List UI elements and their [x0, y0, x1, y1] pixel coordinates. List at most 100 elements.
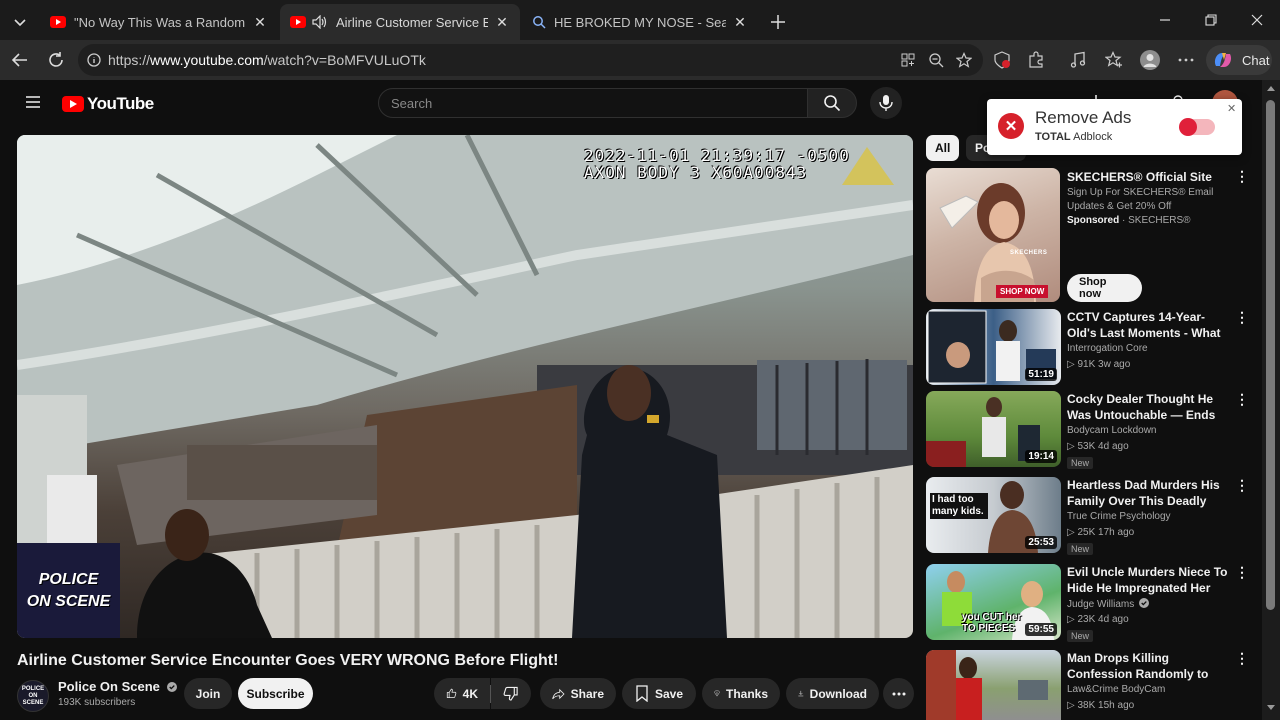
settings-more-button[interactable] — [1174, 48, 1198, 72]
sponsored-description: Sign Up For SKECHERS® Email Updates & Ge… — [1067, 187, 1214, 212]
url-domain: www.youtube.com — [150, 52, 264, 68]
share-button[interactable]: Share — [540, 678, 616, 709]
restore-button[interactable] — [1188, 0, 1234, 40]
video-duration: 59:55 — [1025, 623, 1057, 636]
video-meta: ▷ 38K 15h ago — [1067, 700, 1135, 711]
scroll-down-arrow-icon[interactable] — [1266, 704, 1276, 712]
refresh-button[interactable] — [44, 48, 68, 72]
star-icon[interactable] — [956, 52, 972, 68]
thanks-label: Thanks — [725, 686, 768, 701]
tab-title: "No Way This Was a Random Traffic Stop" — [74, 14, 246, 30]
site-info-icon[interactable] — [86, 52, 102, 68]
download-button[interactable]: Download — [786, 678, 879, 709]
more-options-icon[interactable]: ⋮ — [1234, 169, 1250, 186]
download-label: Download — [809, 686, 867, 701]
tab-title: HE BROKED MY NOSE - Search — [554, 14, 726, 30]
tab-actions-menu-button[interactable] — [6, 4, 34, 40]
tab-no-way-random-traffic-stop[interactable]: "No Way This Was a Random Traffic Stop" … — [40, 4, 278, 40]
recommendation-item[interactable]: you CUT her TO PIECES 59:55 Evil Uncle M… — [926, 564, 1256, 644]
extensions-button[interactable] — [1024, 48, 1048, 72]
more-options-icon[interactable]: ⋮ — [1234, 478, 1250, 495]
channel-name[interactable]: Judge Williams — [1067, 598, 1150, 610]
video-title[interactable]: Man Drops Killing Confession Randomly to… — [1067, 650, 1233, 682]
close-icon — [1251, 14, 1263, 26]
apps-grid-icon[interactable] — [900, 52, 916, 68]
video-player[interactable]: 2022-11-01 21:39:17 -0500 AXON BODY 3 X6… — [17, 135, 913, 638]
remove-ads-toggle[interactable] — [1179, 118, 1215, 136]
recommendation-item[interactable]: 19:14 Cocky Dealer Thought He Was Untouc… — [926, 391, 1256, 471]
tab-airline-customer-service[interactable]: Airline Customer Service Encounter Goes … — [280, 4, 520, 40]
more-options-icon[interactable]: ⋮ — [1234, 310, 1250, 327]
channel-avatar[interactable]: POLICE ON SCENE — [17, 680, 49, 712]
voice-search-button[interactable] — [870, 87, 902, 119]
arrow-left-icon — [11, 53, 27, 67]
recommendation-item[interactable]: I had too many kids. 25:53 Heartless Dad… — [926, 477, 1256, 557]
close-icon[interactable]: ✕ — [252, 14, 268, 30]
video-thumbnail[interactable]: 19:14 — [926, 391, 1061, 467]
thumbnail-caption: you CUT her TO PIECES — [962, 612, 1022, 634]
media-control-button[interactable] — [1066, 48, 1090, 72]
super-thanks-icon — [714, 690, 720, 697]
sponsored-card[interactable]: SKECHERS SHOP NOW SKECHERS® Official Sit… — [926, 168, 1256, 303]
back-button[interactable] — [8, 48, 32, 72]
speaker-icon[interactable] — [312, 15, 328, 29]
more-options-icon[interactable]: ⋮ — [1234, 392, 1250, 409]
video-thumbnail[interactable]: you CUT her TO PIECES 59:55 — [926, 564, 1061, 640]
subscribe-button[interactable]: Subscribe — [238, 678, 313, 709]
search-input[interactable] — [379, 89, 807, 117]
copilot-chat-button[interactable]: Chat — [1206, 45, 1272, 75]
video-title[interactable]: Cocky Dealer Thought He Was Untouchable … — [1067, 391, 1233, 423]
close-icon[interactable]: ✕ — [494, 14, 510, 30]
page-scrollbar[interactable] — [1262, 80, 1280, 720]
puzzle-piece-icon — [1029, 51, 1043, 68]
favorites-star-icon — [1105, 51, 1122, 68]
channel-name[interactable]: Police On Scene — [58, 679, 177, 694]
close-popup-icon[interactable]: ✕ — [1227, 102, 1236, 115]
recommendation-item[interactable]: Man Drops Killing Confession Randomly to… — [926, 650, 1256, 720]
channel-name[interactable]: Law&Crime BodyCam — [1067, 684, 1165, 695]
recommendation-item[interactable]: 51:19 CCTV Captures 14-Year-Old's Last M… — [926, 309, 1256, 387]
like-button[interactable]: 4K — [434, 678, 490, 709]
tab-he-broked-my-nose-search[interactable]: HE BROKED MY NOSE - Search ✕ — [522, 4, 758, 40]
more-options-icon[interactable]: ⋮ — [1234, 565, 1250, 582]
search-box[interactable] — [378, 88, 808, 118]
adblock-brand: TOTAL Adblock — [1035, 131, 1112, 143]
menu-button[interactable] — [24, 93, 42, 111]
channel-name[interactable]: Interrogation Core — [1067, 343, 1148, 354]
shop-now-button[interactable]: Shop now — [1067, 274, 1142, 302]
chip-all[interactable]: All — [926, 135, 960, 161]
video-title[interactable]: Evil Uncle Murders Niece To Hide He Impr… — [1067, 564, 1233, 596]
close-window-button[interactable] — [1234, 0, 1280, 40]
thanks-button[interactable]: Thanks — [702, 678, 780, 709]
adblock-extension-button[interactable] — [990, 48, 1014, 72]
video-thumbnail[interactable]: 51:19 — [926, 309, 1061, 385]
video-thumbnail[interactable] — [926, 650, 1061, 720]
thumbnail-image — [926, 650, 1048, 720]
zoom-icon[interactable] — [928, 52, 944, 68]
url-text[interactable]: https://www.youtube.com/watch?v=BoMFVULu… — [108, 52, 426, 68]
video-title[interactable]: Heartless Dad Murders His Family Over Th… — [1067, 477, 1233, 509]
sponsored-thumbnail[interactable]: SKECHERS SHOP NOW — [926, 168, 1060, 302]
join-button[interactable]: Join — [184, 678, 232, 709]
total-adblock-logo-icon: ✕ — [998, 113, 1024, 139]
profile-button[interactable] — [1138, 48, 1162, 72]
dislike-button[interactable] — [491, 678, 531, 709]
more-actions-button[interactable] — [883, 678, 914, 709]
address-bar[interactable]: https://www.youtube.com/watch?v=BoMFVULu… — [78, 44, 983, 76]
channel-name[interactable]: Bodycam Lockdown — [1067, 425, 1157, 436]
youtube-logo[interactable]: YouTube — [62, 94, 154, 114]
channel-name[interactable]: True Crime Psychology — [1067, 511, 1171, 522]
scroll-up-arrow-icon[interactable] — [1266, 84, 1276, 92]
video-thumbnail[interactable]: I had too many kids. 25:53 — [926, 477, 1061, 553]
video-title[interactable]: CCTV Captures 14-Year-Old's Last Moments… — [1067, 309, 1233, 341]
search-button[interactable] — [807, 88, 857, 118]
minimize-button[interactable] — [1142, 0, 1188, 40]
remove-ads-title: Remove Ads — [1035, 108, 1132, 127]
save-button[interactable]: Save — [622, 678, 696, 709]
scrollbar-thumb[interactable] — [1266, 100, 1275, 610]
tab-title: Airline Customer Service Encounter Goes … — [336, 14, 488, 30]
close-icon[interactable]: ✕ — [732, 14, 748, 30]
favorites-button[interactable] — [1102, 48, 1126, 72]
new-tab-button[interactable] — [762, 4, 794, 40]
more-options-icon[interactable]: ⋮ — [1234, 651, 1250, 668]
